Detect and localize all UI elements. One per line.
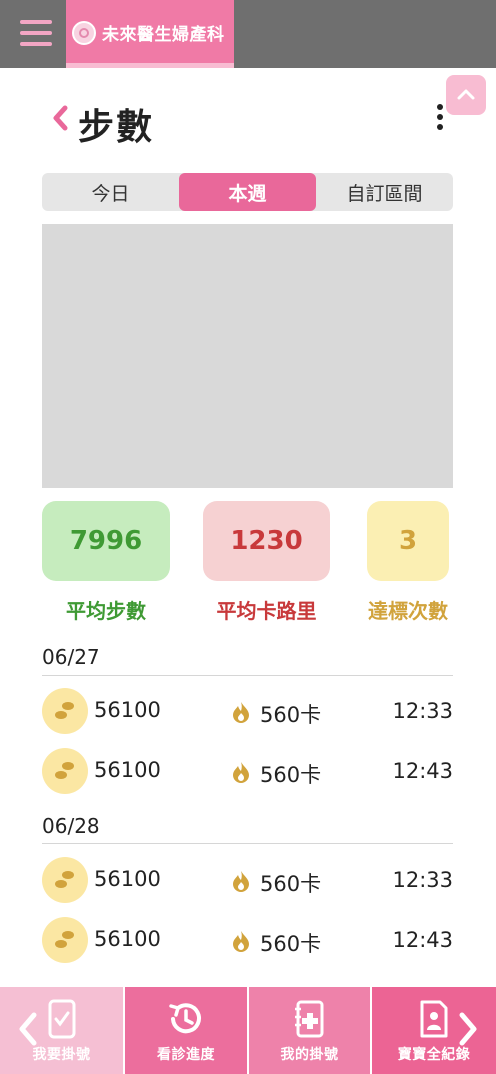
record-time: 12:43 [392, 759, 453, 783]
chart-placeholder [42, 224, 453, 488]
flame-icon [233, 762, 249, 783]
record-row: 56100 560卡 12:33 [42, 857, 453, 905]
average-steps-label: 平均步數 [66, 599, 146, 623]
record-time: 12:43 [392, 928, 453, 952]
brand-underline [66, 63, 234, 68]
brand-name: 未來醫生婦產科 [102, 25, 225, 45]
record-calories: 560卡 [260, 703, 322, 727]
record-time: 12:33 [392, 699, 453, 723]
record-date: 06/28 [42, 814, 100, 838]
nav-progress-label: 看診進度 [157, 1047, 215, 1063]
flame-icon [233, 931, 249, 952]
average-calories-card: 1230 [203, 501, 330, 581]
date-divider [42, 843, 453, 844]
nav-progress-button[interactable]: 看診進度 [125, 987, 247, 1074]
record-calories: 560卡 [260, 932, 322, 956]
footsteps-icon [42, 748, 88, 794]
footsteps-icon [42, 917, 88, 963]
record-calories: 560卡 [260, 872, 322, 896]
nav-scroll-right-icon[interactable] [456, 1009, 480, 1049]
record-time: 12:33 [392, 868, 453, 892]
record-row: 56100 560卡 12:43 [42, 917, 453, 965]
footsteps-icon [42, 857, 88, 903]
date-divider [42, 675, 453, 676]
scroll-to-top-button[interactable] [446, 75, 486, 115]
record-row: 56100 560卡 12:43 [42, 748, 453, 796]
phone-check-icon [48, 999, 75, 1039]
tab-today[interactable]: 今日 [42, 173, 179, 211]
nav-my-registrations-button[interactable]: 我的掛號 [249, 987, 370, 1074]
record-steps: 56100 [94, 867, 161, 891]
chevron-left-icon[interactable] [50, 103, 70, 133]
record-date: 06/27 [42, 645, 100, 669]
nav-my-registrations-label: 我的掛號 [280, 1047, 339, 1063]
record-steps: 56100 [94, 758, 161, 782]
record-row: 56100 560卡 12:33 [42, 688, 453, 736]
baby-record-icon [420, 1000, 448, 1038]
bottom-navigation: 我要掛號 看診進度 我的掛號 寶寶全紀錄 [0, 987, 496, 1074]
brand-tab[interactable]: 未來醫生婦產科 [66, 0, 234, 68]
goal-achieved-label: 達標次數 [368, 599, 448, 623]
tab-custom-range[interactable]: 自訂區間 [316, 173, 453, 211]
period-tabs: 今日 本週 自訂區間 [42, 173, 453, 211]
tab-this-week[interactable]: 本週 [179, 173, 316, 211]
chevron-up-icon [457, 89, 475, 100]
record-steps: 56100 [94, 698, 161, 722]
nav-scroll-left-icon[interactable] [16, 1009, 40, 1049]
top-app-bar: 未來醫生婦產科 [0, 0, 496, 68]
page-title: 步數 [78, 107, 155, 148]
record-calories: 560卡 [260, 763, 322, 787]
flame-icon [233, 702, 249, 723]
clinic-logo-icon [72, 21, 96, 45]
hamburger-menu-icon[interactable] [20, 20, 52, 48]
footsteps-icon [42, 688, 88, 734]
medical-notebook-icon [294, 1000, 323, 1038]
goal-achieved-card: 3 [367, 501, 449, 581]
record-steps: 56100 [94, 927, 161, 951]
clock-history-icon [169, 1003, 201, 1034]
average-calories-label: 平均卡路里 [216, 599, 317, 623]
flame-icon [233, 871, 249, 892]
average-steps-card: 7996 [42, 501, 170, 581]
